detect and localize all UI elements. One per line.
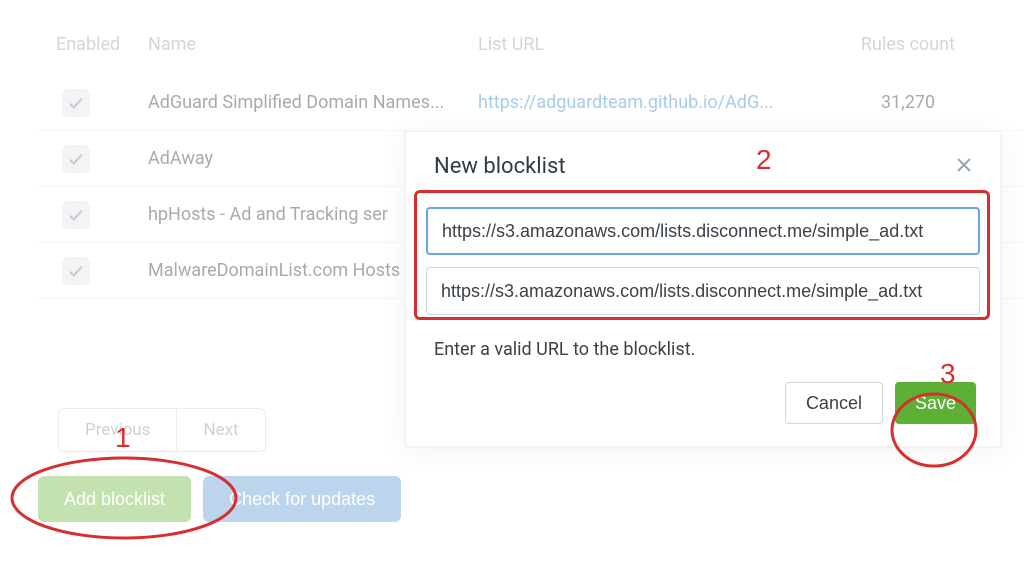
new-blocklist-modal: New blocklist Enter a valid URL to the b… bbox=[404, 130, 1002, 448]
col-header-rules: Rules count bbox=[818, 34, 998, 55]
col-header-enabled: Enabled bbox=[38, 34, 148, 55]
check-for-updates-button[interactable]: Check for updates bbox=[203, 476, 401, 522]
blocklist-name-input[interactable] bbox=[426, 207, 980, 255]
modal-hint: Enter a valid URL to the blocklist. bbox=[406, 321, 1000, 364]
checkbox-enabled[interactable] bbox=[62, 257, 90, 285]
modal-title: New blocklist bbox=[434, 154, 566, 179]
row-url[interactable]: https://adguardteam.github.io/AdG... bbox=[478, 92, 818, 113]
checkbox-enabled[interactable] bbox=[62, 145, 90, 173]
row-name: AdGuard Simplified Domain Names... bbox=[148, 92, 478, 113]
checkbox-enabled[interactable] bbox=[62, 89, 90, 117]
checkbox-enabled[interactable] bbox=[62, 201, 90, 229]
save-button[interactable]: Save bbox=[895, 382, 976, 424]
pager-prev-button[interactable]: Previous bbox=[58, 408, 177, 452]
table-header-row: Enabled Name List URL Rules count bbox=[38, 20, 1024, 75]
row-rules: 31,270 bbox=[818, 92, 998, 113]
table-row: AdGuard Simplified Domain Names... https… bbox=[38, 75, 1024, 131]
col-header-name: Name bbox=[148, 34, 478, 55]
cancel-button[interactable]: Cancel bbox=[785, 382, 883, 424]
pagination: Previous Next bbox=[58, 408, 266, 452]
action-bar: Add blocklist Check for updates bbox=[38, 476, 401, 522]
blocklist-url-input[interactable] bbox=[426, 267, 980, 315]
pager-next-button[interactable]: Next bbox=[177, 408, 265, 452]
close-icon[interactable] bbox=[956, 154, 972, 179]
col-header-url: List URL bbox=[478, 34, 818, 55]
add-blocklist-button[interactable]: Add blocklist bbox=[38, 476, 191, 522]
